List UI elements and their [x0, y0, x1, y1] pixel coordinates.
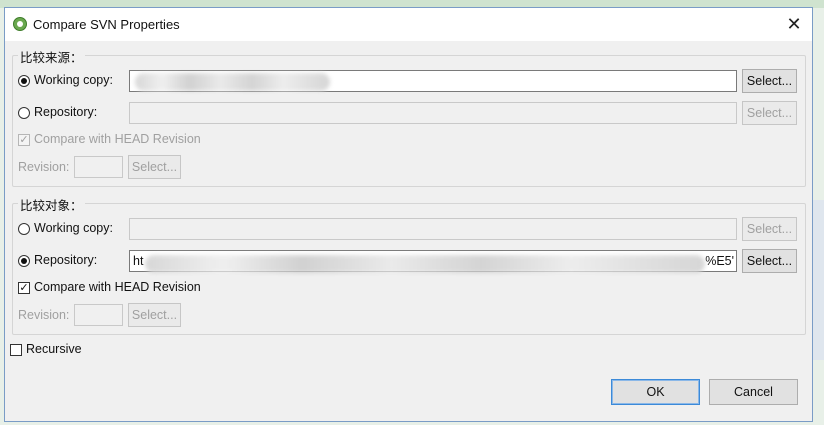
source-compare-head-checkbox[interactable]: ✓: [18, 134, 30, 146]
ok-button[interactable]: OK: [611, 379, 700, 405]
title-bar: Compare SVN Properties ✕: [5, 8, 812, 41]
source-working-copy-label: Working copy:: [34, 73, 113, 87]
target-revision-field[interactable]: [74, 304, 123, 326]
source-working-copy-radio[interactable]: [18, 75, 30, 87]
target-group-label: 比较对象：: [18, 195, 85, 214]
source-revision-select-button[interactable]: Select...: [128, 155, 181, 179]
target-compare-head-checkbox[interactable]: ✓: [18, 282, 30, 294]
target-working-copy-field[interactable]: [129, 218, 737, 240]
target-repository-label: Repository:: [34, 253, 98, 267]
target-revision-label: Revision:: [18, 308, 70, 322]
app-icon: [13, 17, 27, 31]
compare-svn-properties-dialog: Compare SVN Properties ✕ 比较来源： Working c…: [4, 7, 813, 422]
target-working-copy-select-button[interactable]: Select...: [742, 217, 797, 241]
cancel-button[interactable]: Cancel: [709, 379, 798, 405]
target-repository-value-start: ht: [133, 254, 144, 268]
source-working-copy-select-button[interactable]: Select...: [742, 69, 797, 93]
recursive-label: Recursive: [26, 342, 82, 356]
source-revision-field[interactable]: [74, 156, 123, 178]
source-repository-radio[interactable]: [18, 107, 30, 119]
source-revision-label: Revision:: [18, 160, 70, 174]
redacted-url: [145, 255, 705, 273]
source-group-label: 比较来源：: [18, 47, 85, 66]
target-working-copy-label: Working copy:: [34, 221, 113, 235]
target-repository-select-button[interactable]: Select...: [742, 249, 797, 273]
target-repository-radio[interactable]: [18, 255, 30, 267]
target-compare-head-label: Compare with HEAD Revision: [34, 280, 201, 294]
source-repository-field[interactable]: [129, 102, 737, 124]
dialog-title: Compare SVN Properties: [33, 17, 180, 32]
close-icon[interactable]: ✕: [782, 13, 806, 35]
recursive-checkbox[interactable]: [10, 344, 22, 356]
source-compare-head-label: Compare with HEAD Revision: [34, 132, 201, 146]
source-repository-select-button[interactable]: Select...: [742, 101, 797, 125]
target-revision-select-button[interactable]: Select...: [128, 303, 181, 327]
source-repository-label: Repository:: [34, 105, 98, 119]
redacted-path: [135, 73, 330, 91]
target-working-copy-radio[interactable]: [18, 223, 30, 235]
target-repository-value-end: %E5': [705, 254, 734, 268]
